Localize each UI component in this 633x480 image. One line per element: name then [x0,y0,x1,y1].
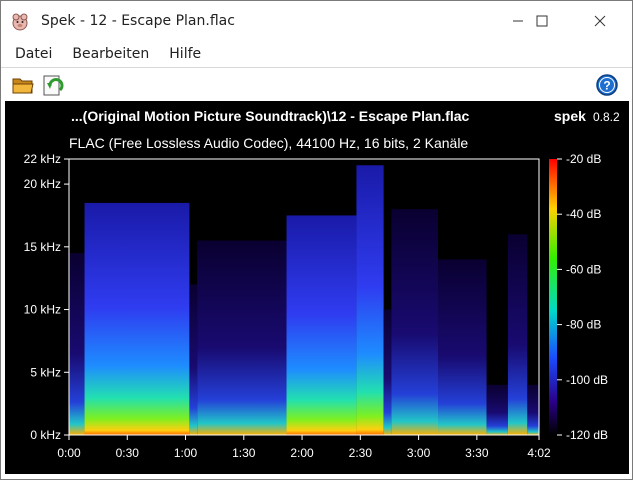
spectrogram-panel: ...(Original Motion Picture Soundtrack)\… [5,101,629,474]
x-tick-label: 2:00 [290,446,314,460]
x-tick-label: 1:30 [232,446,256,460]
reload-button[interactable] [41,73,65,97]
menu-bearbeiten[interactable]: Bearbeiten [64,46,157,62]
toolbar: ? [1,68,632,101]
y-tick-label: 15 kHz [24,240,61,254]
y-tick-label: 5 kHz [30,365,61,379]
x-tick-label: 3:30 [465,446,489,460]
y-tick-label: 10 kHz [24,303,61,317]
menu-datei[interactable]: Datei [7,46,60,62]
spectrum-segment [189,284,198,435]
db-tick-label: -40 dB [566,207,601,221]
y-tick-label: 22 kHz [24,152,61,166]
x-tick-label: 4:02 [527,446,551,460]
y-tick-label: 0 kHz [30,428,61,442]
window-title: Spek - 12 - Escape Plan.flac [41,13,235,29]
db-scale: -20 dB -40 dB -60 dB -80 dB -100 dB -120 dB [549,152,608,442]
spek-app-icon [12,13,28,31]
spek-window: Spek - 12 - Escape Plan.flac Datei Bearb… [0,0,633,480]
close-button[interactable] [577,1,623,41]
spectrum-segment [383,309,392,435]
db-color-bar [549,159,557,435]
svg-text:?: ? [603,79,610,93]
reload-icon [43,75,64,96]
spectrogram-plot [69,159,539,435]
maximize-icon [536,15,548,27]
maximize-button[interactable] [519,1,565,41]
spectrum-segment [527,384,539,435]
spectrum-segment [84,202,190,435]
title-bar[interactable]: Spek - 12 - Escape Plan.flac [1,1,632,41]
open-file-button[interactable] [11,73,35,97]
help-button[interactable]: ? [595,73,619,97]
db-tick-label: -120 dB [566,428,608,442]
db-tick-label: -100 dB [566,373,608,387]
help-icon: ? [596,74,618,96]
close-icon [594,15,606,27]
spectrum-segment [438,259,487,435]
db-tick-label: -60 dB [566,262,601,276]
spectrum-segment [356,165,384,435]
menu-bar: Datei Bearbeiten Hilfe [1,41,632,67]
spectrum-segment [69,253,85,435]
db-tick-label: -80 dB [566,318,601,332]
spectrum-segment [486,384,508,435]
db-tick-label: -20 dB [566,152,601,166]
spectrogram-chart: 22 kHz 20 kHz 15 kHz 10 kHz 5 kHz 0 kHz 0:00 0:… [24,152,608,460]
spectrum-segment [391,209,439,435]
x-tick-label: 3:00 [407,446,431,460]
spectrum-segment [286,215,357,435]
y-tick-label: 20 kHz [24,177,61,191]
x-tick-label: 2:30 [349,446,373,460]
menu-hilfe[interactable]: Hilfe [161,46,209,62]
x-tick-label: 0:00 [57,446,81,460]
spectrum-segment [507,234,528,435]
open-folder-icon [12,78,34,94]
x-tick-label: 0:30 [116,446,140,460]
x-tick-label: 1:00 [174,446,198,460]
spectrum-segment [197,240,287,435]
